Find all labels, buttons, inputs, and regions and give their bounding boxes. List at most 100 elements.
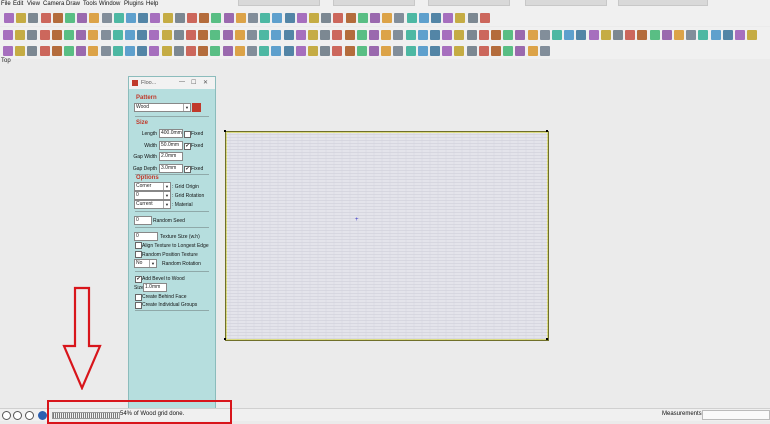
tool-button[interactable]: [381, 30, 392, 40]
tool-button[interactable]: [710, 30, 721, 40]
geolocation-icon[interactable]: [13, 411, 22, 420]
tool-button[interactable]: [259, 30, 270, 40]
tool-button[interactable]: [271, 46, 282, 56]
align-texture-checkbox[interactable]: [135, 242, 142, 249]
tool-button[interactable]: [284, 13, 295, 23]
tool-button[interactable]: [369, 46, 379, 56]
tool-button[interactable]: [539, 30, 550, 40]
tool-button[interactable]: [223, 13, 234, 23]
menu-camera[interactable]: Camera: [43, 1, 64, 7]
tool-button[interactable]: [271, 30, 282, 40]
tool-button[interactable]: [39, 46, 50, 56]
tool-button[interactable]: [600, 30, 611, 40]
tool-button[interactable]: [491, 46, 501, 56]
material-select[interactable]: Current ▼: [134, 200, 171, 209]
tool-button[interactable]: [333, 13, 344, 23]
tool-button[interactable]: [125, 30, 135, 40]
tool-button[interactable]: [394, 13, 405, 23]
tool-button[interactable]: [455, 13, 466, 23]
minimize-button[interactable]: —: [179, 79, 185, 85]
tool-button[interactable]: [503, 46, 514, 56]
menu-edit[interactable]: Edit: [13, 1, 23, 7]
tool-button[interactable]: [51, 46, 62, 56]
tool-button[interactable]: [28, 13, 39, 23]
tool-button[interactable]: [722, 30, 733, 40]
menu-draw[interactable]: Draw: [66, 1, 80, 7]
tool-button[interactable]: [100, 46, 111, 56]
tool-button[interactable]: [125, 46, 135, 56]
texture-size-field[interactable]: 0: [134, 232, 158, 241]
tool-button[interactable]: [552, 30, 562, 40]
tool-button[interactable]: [442, 30, 453, 40]
tool-button[interactable]: [88, 30, 99, 40]
tool-button[interactable]: [222, 46, 233, 56]
tool-button[interactable]: [564, 30, 575, 40]
tool-button[interactable]: [625, 30, 636, 40]
tool-button[interactable]: [247, 30, 257, 40]
random-seed-field[interactable]: 0: [134, 216, 152, 225]
random-rotation-select[interactable]: No ▼: [134, 259, 157, 268]
close-button[interactable]: ✕: [203, 79, 208, 86]
tool-button[interactable]: [248, 13, 258, 23]
tool-button[interactable]: [431, 13, 441, 23]
tool-button[interactable]: [649, 30, 660, 40]
tool-button[interactable]: [637, 30, 648, 40]
tool-button[interactable]: [539, 46, 550, 56]
tool-button[interactable]: [88, 46, 99, 56]
menu-file[interactable]: File: [1, 1, 11, 7]
tool-button[interactable]: [173, 46, 184, 56]
tool-button[interactable]: [332, 46, 343, 56]
tool-button[interactable]: [198, 46, 209, 56]
tool-button[interactable]: [113, 13, 124, 23]
tool-button[interactable]: [150, 13, 161, 23]
tool-button[interactable]: [382, 13, 393, 23]
tool-button[interactable]: [260, 13, 271, 23]
tool-button[interactable]: [467, 13, 478, 23]
tool-button[interactable]: [406, 13, 417, 23]
tool-button[interactable]: [65, 13, 75, 23]
tool-button[interactable]: [515, 46, 526, 56]
tool-button[interactable]: [211, 13, 222, 23]
tool-button[interactable]: [112, 46, 123, 56]
menu-help[interactable]: Help: [146, 1, 158, 7]
tool-button[interactable]: [234, 30, 245, 40]
maximize-button[interactable]: ☐: [191, 79, 196, 86]
tool-button[interactable]: [173, 30, 184, 40]
tool-button[interactable]: [698, 30, 709, 40]
tool-button[interactable]: [198, 30, 209, 40]
tool-button[interactable]: [515, 30, 526, 40]
pattern-select[interactable]: Wood ▼: [134, 103, 191, 112]
tool-button[interactable]: [417, 30, 428, 40]
tool-button[interactable]: [478, 46, 489, 56]
tool-button[interactable]: [272, 13, 283, 23]
tool-button[interactable]: [405, 46, 416, 56]
tool-button[interactable]: [259, 46, 270, 56]
gap-depth-field[interactable]: 3.0mm: [159, 164, 183, 173]
tool-button[interactable]: [234, 46, 245, 56]
tool-button[interactable]: [393, 30, 404, 40]
tool-button[interactable]: [222, 30, 233, 40]
tool-button[interactable]: [309, 13, 319, 23]
tool-button[interactable]: [661, 30, 672, 40]
tool-button[interactable]: [126, 13, 136, 23]
tool-button[interactable]: [89, 13, 100, 23]
tool-button[interactable]: [3, 46, 13, 56]
tool-button[interactable]: [443, 13, 454, 23]
tool-button[interactable]: [295, 30, 306, 40]
width-fixed-checkbox[interactable]: ✔: [184, 143, 191, 150]
menu-view[interactable]: View: [27, 1, 40, 7]
tool-button[interactable]: [101, 13, 112, 23]
tool-button[interactable]: [138, 13, 149, 23]
measurements-input[interactable]: [702, 410, 770, 420]
tool-button[interactable]: [186, 30, 196, 40]
tool-button[interactable]: [381, 46, 392, 56]
tool-button[interactable]: [393, 46, 404, 56]
gap-depth-fixed-checkbox[interactable]: ✔: [184, 166, 191, 173]
tool-button[interactable]: [64, 46, 74, 56]
bevel-checkbox[interactable]: ✔: [135, 276, 142, 283]
tool-button[interactable]: [283, 46, 294, 56]
bevel-size-field[interactable]: 1.0mm: [143, 283, 167, 292]
tool-button[interactable]: [112, 30, 123, 40]
tool-button[interactable]: [405, 30, 416, 40]
tool-button[interactable]: [161, 30, 172, 40]
